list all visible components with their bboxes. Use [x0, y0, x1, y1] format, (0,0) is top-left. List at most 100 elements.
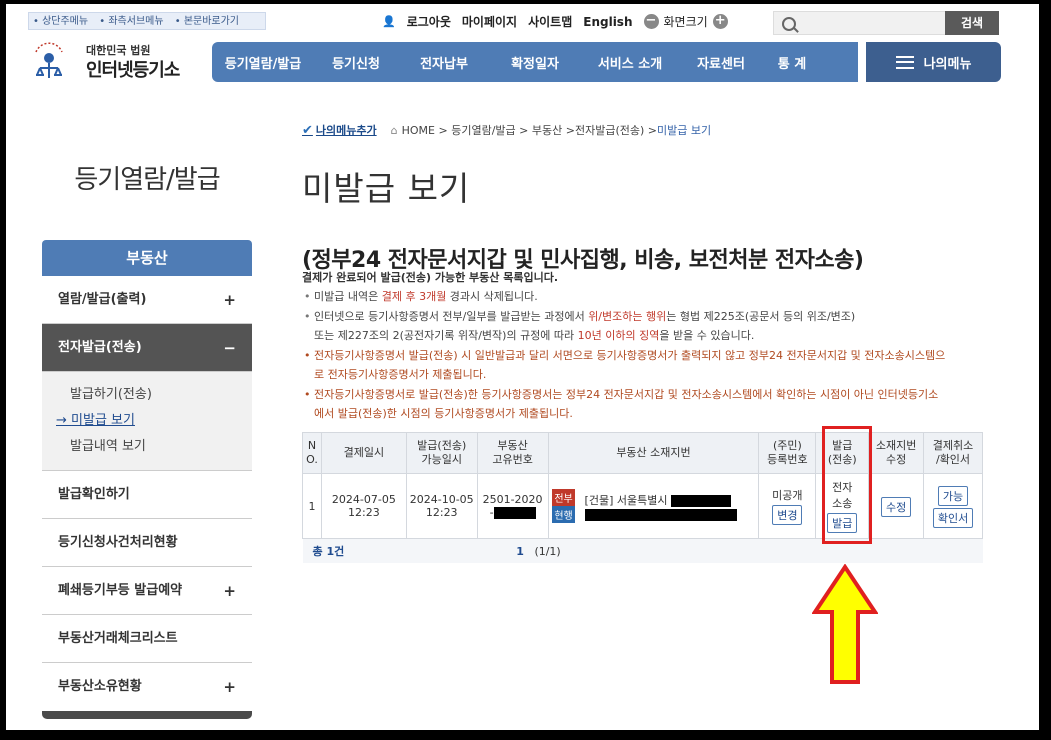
- notice-item: 전자등기사항증명서 발급(전송) 시 일반발급과 달리 서면으로 등기사항증명서…: [302, 346, 987, 366]
- skip-links: • 상단주메뉴 • 좌측서브메뉴 • 본문바로가기: [28, 12, 266, 30]
- skip-link-content[interactable]: • 본문바로가기: [175, 16, 243, 27]
- person-icon: 👤: [382, 15, 396, 28]
- edit-address-button[interactable]: 수정: [880, 497, 912, 517]
- sidebar: 부동산 열람/발급(출력) + 전자발급(전송) − 발급하기(전송) 미발급 …: [42, 240, 252, 719]
- check-icon: ✔: [302, 122, 313, 138]
- col-reg-no: (주민) 등록번호: [758, 432, 817, 474]
- my-menu-label: 나의메뉴: [923, 56, 972, 72]
- search-button[interactable]: 검색: [945, 11, 999, 35]
- table-header-row: N O. 결제일시 발급(전송) 가능일시 부동산 고유번호 부동산 소재지번 (주민…: [302, 432, 983, 474]
- sitemap-link[interactable]: 사이트맵: [528, 13, 572, 30]
- cancel-available-button[interactable]: 가능: [937, 486, 969, 506]
- cell-address: 전부 현행 [건물] 서울특별시: [547, 473, 760, 539]
- col-pay-date: 결제일시: [320, 432, 407, 474]
- notice-item-cont: 에서 발급(전송)한 시점의 등기사항증명서가 제출됩니다.: [314, 407, 573, 420]
- plus-icon: +: [223, 582, 236, 600]
- col-address: 부동산 소재지번: [547, 432, 760, 474]
- cell-pay-date: 2024-07-05 12:23: [320, 473, 407, 539]
- sidebar-sub-issue[interactable]: 발급하기(전송): [70, 382, 252, 408]
- notice-item: 미발급 내역은 결제 후 3개월 경과시 삭제됩니다.: [302, 287, 987, 307]
- tag-current: 현행: [552, 506, 575, 523]
- minus-icon: −: [223, 339, 236, 357]
- page-info: (1/1): [534, 544, 561, 558]
- skip-link-left-menu[interactable]: • 좌측서브메뉴: [99, 16, 167, 27]
- breadcrumb-realestate[interactable]: 부동산: [532, 122, 562, 138]
- sidebar-item-case-status[interactable]: 등기신청사건처리현황: [42, 519, 252, 567]
- cell-issue-until: 2024-10-05 12:23: [405, 473, 478, 539]
- unissued-table: N O. 결제일시 발급(전송) 가능일시 부동산 고유번호 부동산 소재지번 (주민…: [302, 432, 983, 563]
- logo-name: 인터넷등기소: [86, 60, 180, 81]
- col-addr-edit: 소재지번 수정: [868, 432, 925, 474]
- cell-addr-edit: 수정: [868, 473, 925, 539]
- nav-item-resources[interactable]: 자료센터: [680, 53, 762, 72]
- redacted-block: [584, 508, 737, 521]
- notice-list: 미발급 내역은 결제 후 3개월 경과시 삭제됩니다. 인터넷으로 등기사항증명…: [302, 287, 987, 424]
- nav-item-issue[interactable]: 등기열람/발급: [212, 53, 314, 72]
- mypage-link[interactable]: 마이페이지: [462, 13, 517, 30]
- breadcrumb-home[interactable]: HOME: [402, 124, 435, 137]
- page-title: 미발급 보기: [302, 169, 471, 208]
- notice-item-cont: 또는 제227조의 2(공전자기록 위작/변작)의 규정에 따라 10년 이하의…: [314, 329, 755, 342]
- breadcrumb-issue[interactable]: 등기열람/발급: [451, 122, 515, 138]
- plus-icon: +: [223, 291, 236, 309]
- issue-highlight-box: [822, 426, 872, 544]
- hamburger-icon: [895, 55, 914, 69]
- search-input[interactable]: [800, 14, 944, 34]
- sidebar-item-checklist[interactable]: 부동산거래체크리스트: [42, 615, 252, 663]
- pagination: 1 (1/1): [406, 538, 983, 563]
- col-unique-no: 부동산 고유번호: [476, 432, 549, 474]
- sidebar-item-view-issue[interactable]: 열람/발급(출력) +: [42, 276, 252, 324]
- col-issue-until: 발급(전송) 가능일시: [405, 432, 478, 474]
- up-arrow-icon: [812, 564, 878, 684]
- redacted-block: [493, 507, 536, 519]
- add-my-menu-link[interactable]: ✔ 나의메뉴추가: [302, 122, 377, 138]
- search-icon: [782, 17, 796, 31]
- col-no: N O.: [302, 432, 322, 474]
- change-button[interactable]: 변경: [772, 505, 803, 525]
- sidebar-title: 등기열람/발급: [74, 165, 220, 195]
- nav-item-stats[interactable]: 통 계: [762, 53, 822, 72]
- my-menu-button[interactable]: 나의메뉴: [866, 42, 1001, 82]
- notice-item-cont: 로 전자등기사항증명서가 제출됩니다.: [314, 368, 487, 381]
- breadcrumb: ✔ 나의메뉴추가 ⌂ HOME > 등기열람/발급 > 부동산 > 전자발급(전…: [302, 122, 712, 138]
- sidebar-sub-unissued[interactable]: 미발급 보기: [70, 408, 252, 434]
- zoom-out-icon[interactable]: −: [643, 14, 659, 29]
- logout-link[interactable]: 로그아웃: [407, 13, 451, 30]
- sidebar-item-verify[interactable]: 발급확인하기: [42, 471, 252, 519]
- nav-item-fixed-date[interactable]: 확정일자: [490, 53, 580, 72]
- skip-link-top-menu[interactable]: • 상단주메뉴: [33, 16, 92, 27]
- sidebar-item-ownership[interactable]: 부동산소유현황 +: [42, 663, 252, 711]
- cell-reg-no: 미공개 변경: [758, 473, 817, 539]
- section-description: 결제가 완료되어 발급(전송) 가능한 부동산 목록입니다.: [302, 271, 559, 284]
- notice-item: 인터넷으로 등기사항증명서 전부/일부를 발급받는 과정에서 위/변조하는 행위…: [302, 307, 987, 327]
- receipt-button[interactable]: 확인서: [932, 508, 974, 528]
- site-logo[interactable]: 대한민국 법원 인터넷등기소: [28, 36, 208, 84]
- cell-no: 1: [302, 473, 322, 539]
- notice-item: 전자등기사항증명서로 발급(전송)한 등기사항증명서는 정부24 전자문서지갑 …: [302, 385, 987, 405]
- court-seal-icon: [35, 42, 63, 78]
- english-link[interactable]: English: [583, 15, 632, 29]
- total-count: 총 1건: [302, 538, 407, 563]
- sidebar-item-closed-reservation[interactable]: 폐쇄등기부등 발급예약 +: [42, 567, 252, 615]
- col-cancel: 결제취소/확인서: [923, 432, 983, 474]
- utility-bar: 👤 로그아웃 마이페이지 사이트맵 English − 화면크기 +: [382, 13, 728, 30]
- page-frame: • 상단주메뉴 • 좌측서브메뉴 • 본문바로가기 👤 로그아웃 마이페이지 사…: [6, 4, 1039, 730]
- nav-item-service[interactable]: 서비스 소개: [580, 53, 680, 72]
- nav-item-payment[interactable]: 전자납부: [398, 53, 490, 72]
- breadcrumb-current: 미발급 보기: [657, 124, 712, 137]
- sidebar-sub-history[interactable]: 발급내역 보기: [70, 434, 252, 460]
- zoom-in-icon[interactable]: +: [712, 14, 728, 29]
- main-nav: 등기열람/발급 등기신청 전자납부 확정일자 서비스 소개 자료센터 통 계: [212, 42, 858, 82]
- tag-full: 전부: [552, 489, 575, 506]
- table-row: 1 2024-07-05 12:23 2024-10-05 12:23 2501-2…: [302, 473, 983, 539]
- table-footer-row: 총 1건 1 (1/1): [302, 538, 983, 563]
- search-box: 검색: [773, 11, 999, 35]
- page-current[interactable]: 1: [516, 545, 524, 558]
- screen-size-label: 화면크기: [663, 15, 708, 29]
- nav-item-apply[interactable]: 등기신청: [314, 53, 398, 72]
- cell-cancel: 가능 확인서: [923, 473, 983, 539]
- breadcrumb-e-issue[interactable]: 전자발급(전송): [575, 122, 644, 138]
- screen-size-control: − 화면크기 +: [643, 13, 728, 30]
- sidebar-head[interactable]: 부동산: [42, 240, 252, 276]
- sidebar-item-e-issue[interactable]: 전자발급(전송) −: [42, 324, 252, 372]
